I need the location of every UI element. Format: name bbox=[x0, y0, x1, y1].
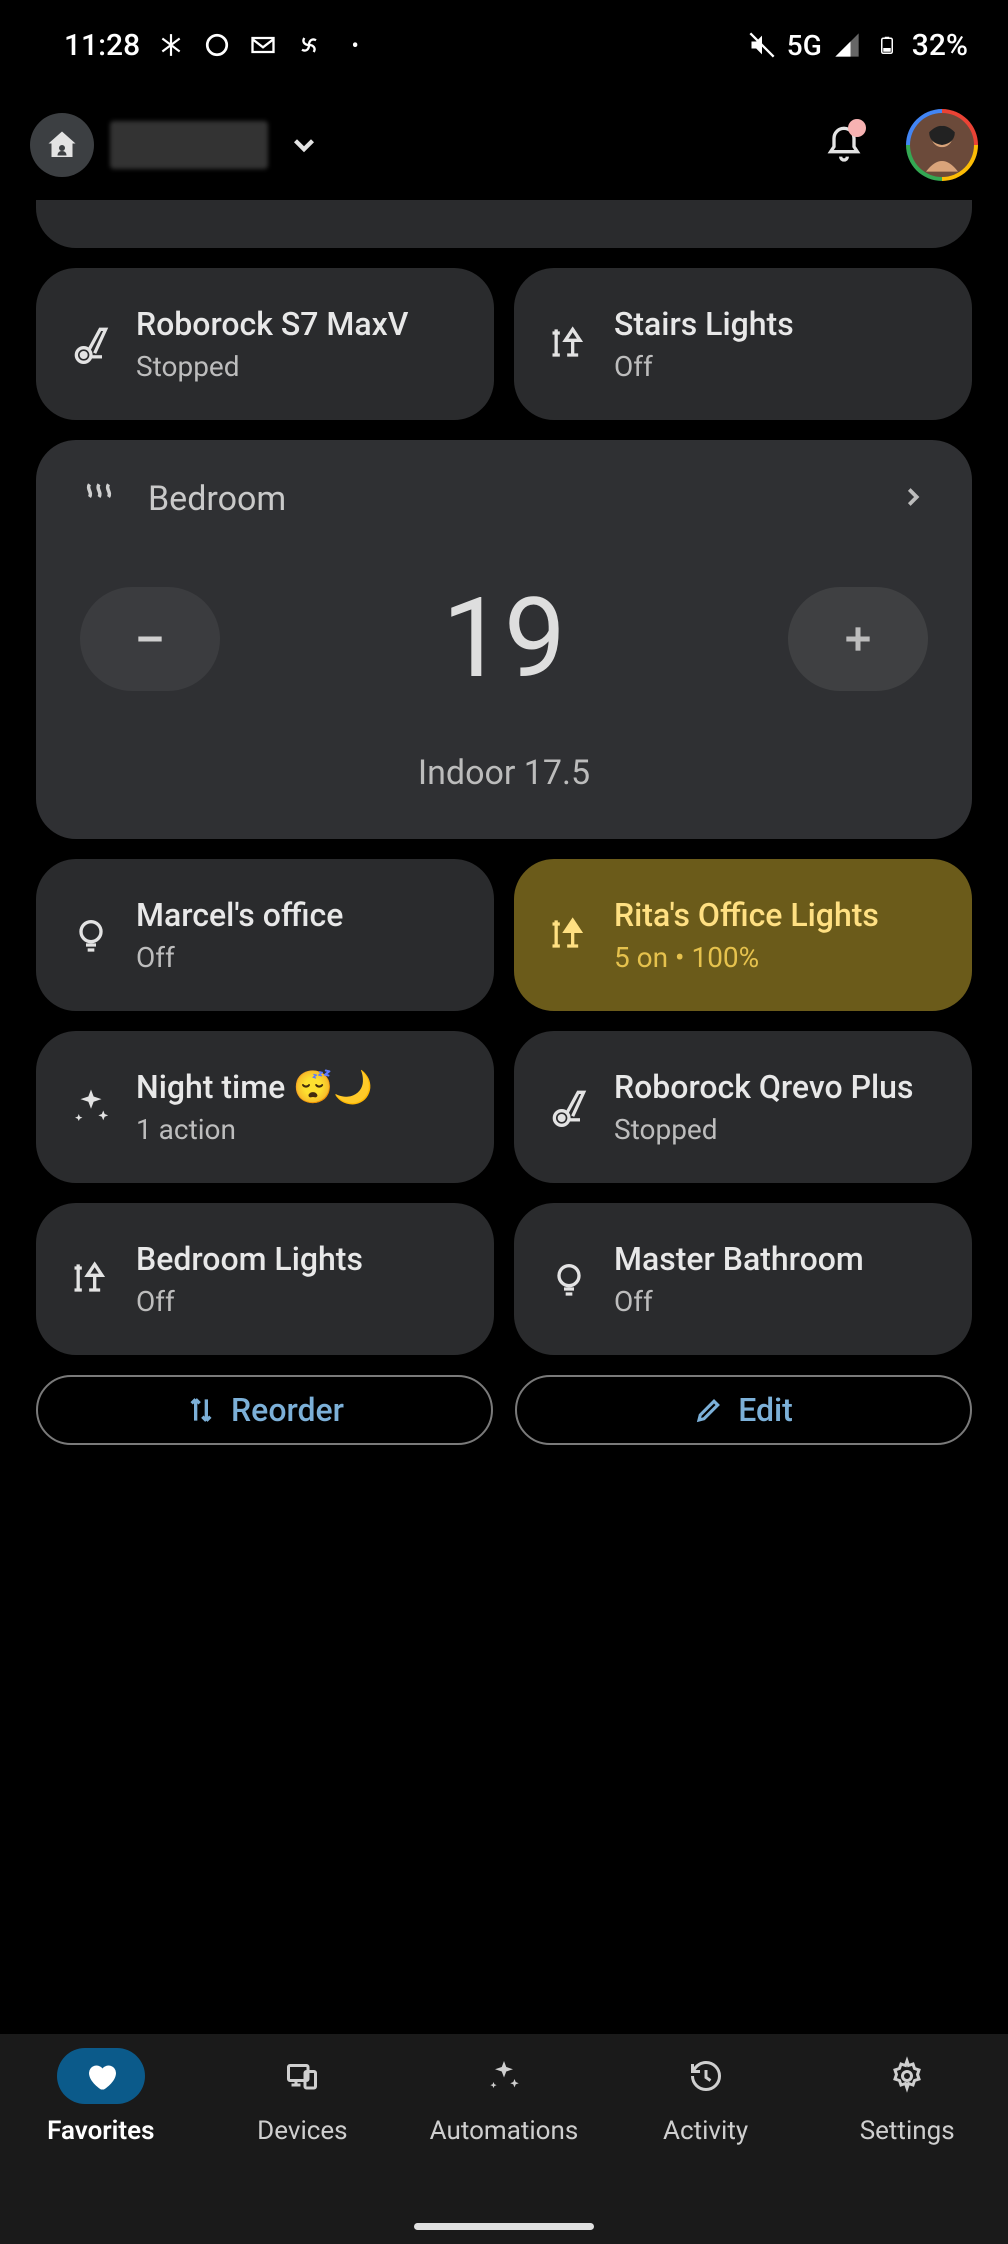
device-title: Bedroom Lights bbox=[136, 1240, 363, 1278]
edit-label: Edit bbox=[738, 1391, 793, 1429]
sparkles-icon bbox=[460, 2048, 548, 2104]
device-title: Stairs Lights bbox=[614, 305, 794, 343]
device-title: Roborock S7 MaxV bbox=[136, 305, 408, 343]
nav-label: Activity bbox=[663, 2116, 748, 2146]
dot-icon: • bbox=[340, 30, 370, 60]
bulb-icon bbox=[546, 1259, 592, 1299]
device-card-bedroom-lights[interactable]: Bedroom Lights Off bbox=[36, 1203, 494, 1355]
gesture-bar bbox=[414, 2223, 594, 2230]
device-status: Stopped bbox=[614, 1113, 913, 1146]
nav-activity[interactable]: Activity bbox=[605, 2048, 807, 2244]
nav-label: Automations bbox=[430, 2116, 579, 2146]
signal-icon bbox=[832, 30, 862, 60]
chevron-right-icon[interactable] bbox=[898, 482, 928, 516]
reorder-label: Reorder bbox=[231, 1391, 344, 1429]
home-name-redacted[interactable] bbox=[110, 121, 268, 169]
reorder-button[interactable]: Reorder bbox=[36, 1375, 493, 1445]
lamp-group-icon bbox=[546, 322, 592, 366]
lamp-group-icon bbox=[68, 1257, 114, 1301]
nav-settings[interactable]: Settings bbox=[806, 2048, 1008, 2244]
circle-icon bbox=[202, 30, 232, 60]
edit-button[interactable]: Edit bbox=[515, 1375, 972, 1445]
profile-avatar[interactable] bbox=[906, 109, 978, 181]
device-card-ritas-office-lights[interactable]: Rita's Office Lights 5 on • 100% bbox=[514, 859, 972, 1011]
nav-label: Devices bbox=[257, 2116, 347, 2146]
heat-icon bbox=[80, 478, 118, 520]
partial-card-top[interactable] bbox=[36, 200, 972, 248]
status-battery: 32% bbox=[912, 28, 968, 63]
automation-sub: 1 action bbox=[136, 1113, 373, 1146]
chevron-down-icon[interactable] bbox=[284, 125, 324, 165]
nav-devices[interactable]: Devices bbox=[202, 2048, 404, 2244]
temperature-up-button[interactable] bbox=[788, 587, 928, 691]
history-icon bbox=[662, 2048, 750, 2104]
device-card-stairs-lights[interactable]: Stairs Lights Off bbox=[514, 268, 972, 420]
nav-label: Settings bbox=[860, 2116, 955, 2146]
gear-icon bbox=[863, 2048, 951, 2104]
device-status: Off bbox=[614, 350, 794, 383]
status-network: 5G bbox=[787, 29, 822, 62]
nav-favorites[interactable]: Favorites bbox=[0, 2048, 202, 2244]
notifications-button[interactable] bbox=[818, 119, 870, 171]
device-title: Roborock Qrevo Plus bbox=[614, 1068, 913, 1106]
device-card-roborock-s7[interactable]: Roborock S7 MaxV Stopped bbox=[36, 268, 494, 420]
bulb-icon bbox=[68, 915, 114, 955]
app-header bbox=[0, 90, 1008, 200]
status-bar: 11:28 • 5G 32% bbox=[0, 0, 1008, 90]
status-time: 11:28 bbox=[64, 28, 140, 63]
automation-title: Night time 😴🌙 bbox=[136, 1068, 373, 1106]
gmail-icon bbox=[248, 30, 278, 60]
sparkles-icon bbox=[68, 1086, 114, 1128]
device-status: Stopped bbox=[136, 350, 408, 383]
notification-dot-icon bbox=[848, 119, 866, 137]
device-card-roborock-qrevo[interactable]: Roborock Qrevo Plus Stopped bbox=[514, 1031, 972, 1183]
device-status: 5 on • 100% bbox=[614, 941, 879, 974]
bottom-nav: Favorites Devices Automations Activity S… bbox=[0, 2034, 1008, 2244]
device-card-master-bathroom[interactable]: Master Bathroom Off bbox=[514, 1203, 972, 1355]
thermostat-room: Bedroom bbox=[148, 479, 868, 519]
heart-icon bbox=[57, 2048, 145, 2104]
device-status: Off bbox=[614, 1285, 864, 1318]
nav-automations[interactable]: Automations bbox=[403, 2048, 605, 2244]
lamp-group-icon bbox=[546, 913, 592, 957]
main-content: Roborock S7 MaxV Stopped Stairs Lights O… bbox=[0, 200, 1008, 1445]
device-title: Rita's Office Lights bbox=[614, 896, 879, 934]
home-icon[interactable] bbox=[30, 113, 94, 177]
snowflake-icon bbox=[156, 30, 186, 60]
device-title: Marcel's office bbox=[136, 896, 343, 934]
battery-icon bbox=[872, 30, 902, 60]
mute-icon bbox=[747, 30, 777, 60]
vacuum-icon bbox=[546, 1085, 592, 1129]
device-status: Off bbox=[136, 1285, 363, 1318]
nav-label: Favorites bbox=[47, 2116, 154, 2146]
devices-icon bbox=[258, 2048, 346, 2104]
vacuum-icon bbox=[68, 322, 114, 366]
automation-card-night-time[interactable]: Night time 😴🌙 1 action bbox=[36, 1031, 494, 1183]
device-status: Off bbox=[136, 941, 343, 974]
device-card-marcels-office[interactable]: Marcel's office Off bbox=[36, 859, 494, 1011]
thermostat-indoor: Indoor 17.5 bbox=[80, 753, 928, 793]
thermostat-setpoint: 19 bbox=[442, 574, 566, 703]
thermostat-card-bedroom[interactable]: Bedroom 19 Indoor 17.5 bbox=[36, 440, 972, 839]
device-title: Master Bathroom bbox=[614, 1240, 864, 1278]
pinwheel-icon bbox=[294, 30, 324, 60]
temperature-down-button[interactable] bbox=[80, 587, 220, 691]
